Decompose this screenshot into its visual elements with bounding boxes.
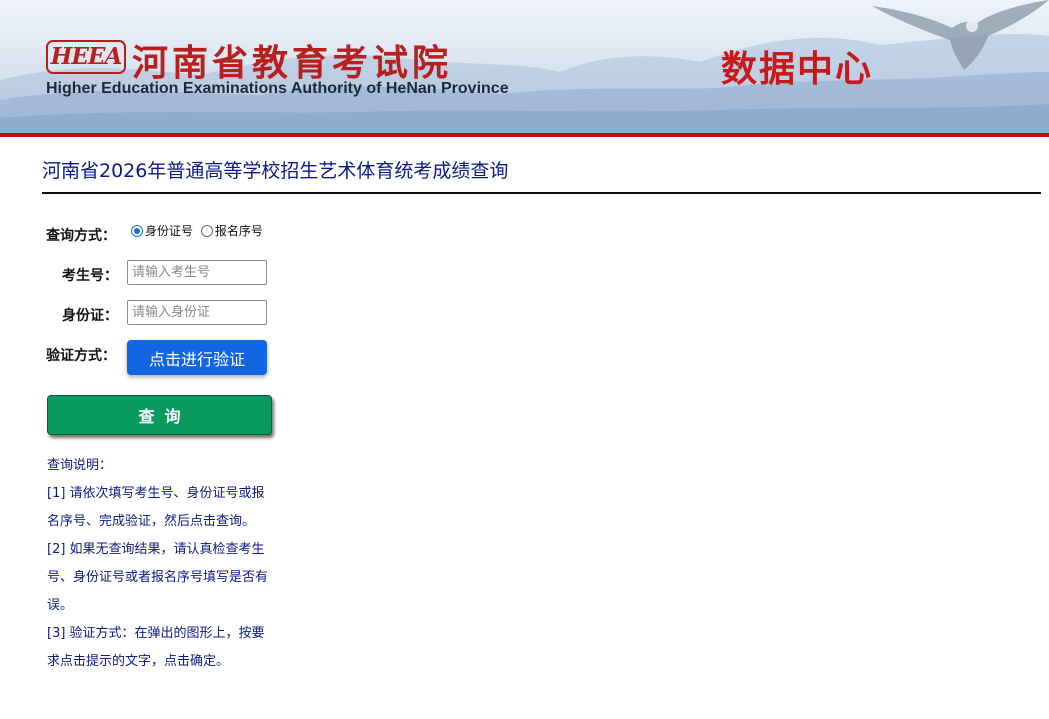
exam-no-label: 考生号：	[62, 268, 118, 284]
exam-no-input[interactable]	[127, 260, 267, 285]
query-button[interactable]: 查询	[47, 395, 272, 435]
eagle-icon	[872, 0, 1049, 70]
page-title: 河南省2026年普通高等学校招生艺术体育统考成绩查询	[42, 160, 509, 182]
radio-reg-number[interactable]	[200, 224, 213, 237]
radio-id-number-label: 身份证号	[145, 224, 194, 238]
id-label: 身份证：	[62, 308, 118, 324]
verify-button[interactable]: 点击进行验证	[127, 340, 267, 375]
radio-id-number[interactable]	[131, 224, 143, 237]
query-mode-radio-group: 身份证号 报名序号	[131, 222, 267, 240]
note-item-3: [3] 验证方式：在弹出的图形上，按要求点击提示的文字，点击确定。	[47, 626, 265, 669]
notes-heading: 查询说明：	[47, 458, 113, 473]
note-item-2: [2] 如果无查询结果，请认真检查考生号、身份证号或者报名序号填写是否有误。	[47, 542, 269, 613]
org-name-en: Higher Education Examinations Authority …	[46, 80, 509, 97]
heea-logo: HEEA	[46, 40, 126, 74]
radio-option-reg-number[interactable]: 报名序号	[200, 222, 263, 239]
note-item-1: [1] 请依次填写考生号、身份证号或报名序号、完成验证，然后点击查询。	[47, 486, 265, 529]
query-instructions: 查询说明： [1] 请依次填写考生号、身份证号或报名序号、完成验证，然后点击查询…	[47, 452, 275, 676]
data-center-title: 数据中心	[721, 49, 874, 90]
id-number-input[interactable]	[127, 300, 267, 325]
query-mode-label: 查询方式：	[46, 228, 116, 244]
title-divider	[42, 192, 1041, 194]
header-divider	[0, 133, 1049, 137]
site-header: HEEA 河南省教育考试院 Higher Education Examinati…	[0, 0, 1049, 133]
verify-label: 验证方式：	[46, 348, 116, 364]
radio-option-id-number[interactable]: 身份证号	[131, 222, 193, 239]
radio-reg-number-label: 报名序号	[214, 224, 263, 238]
org-name-cn: 河南省教育考试院	[132, 43, 453, 84]
